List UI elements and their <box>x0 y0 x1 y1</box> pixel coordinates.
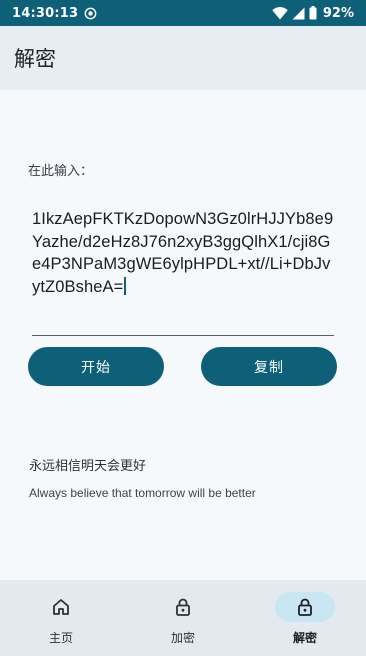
status-time: 14:30:13 <box>12 5 79 21</box>
motto-english: Always believe that tomorrow will be bet… <box>29 486 256 500</box>
nav-label-encrypt: 加密 <box>170 631 195 645</box>
status-bar: 14:30:13 92% <box>0 0 366 26</box>
copy-button[interactable]: 复制 <box>201 347 337 386</box>
record-icon <box>84 7 97 20</box>
app-bar: 解密 <box>0 26 366 90</box>
home-icon <box>53 599 69 615</box>
nav-item-home[interactable]: 主页 <box>0 580 122 656</box>
motto-chinese: 永远相信明天会更好 <box>29 459 147 474</box>
bottom-navigation: 主页 加密 解密 <box>0 580 366 656</box>
lock-open-icon <box>298 598 312 616</box>
lock-icon <box>176 598 190 616</box>
text-caret <box>124 276 126 295</box>
battery-icon <box>309 6 317 20</box>
page-title: 解密 <box>14 47 56 71</box>
nav-item-encrypt[interactable]: 加密 <box>122 580 244 656</box>
signal-icon <box>292 7 305 20</box>
input-prompt-label: 在此输入： <box>28 164 94 179</box>
ciphertext-value[interactable]: 1IkzAepFKTKzDopowN3Gz0lrHJJYb8e9Yazhe/d2… <box>32 210 333 296</box>
nav-item-decrypt[interactable]: 解密 <box>244 580 366 656</box>
ciphertext-input[interactable]: 1IkzAepFKTKzDopowN3Gz0lrHJJYb8e9Yazhe/d2… <box>32 208 334 336</box>
nav-label-decrypt: 解密 <box>292 631 317 645</box>
wifi-icon <box>272 6 288 20</box>
battery-percent: 92% <box>322 5 354 21</box>
nav-label-home: 主页 <box>48 631 73 645</box>
start-button[interactable]: 开始 <box>28 347 164 386</box>
